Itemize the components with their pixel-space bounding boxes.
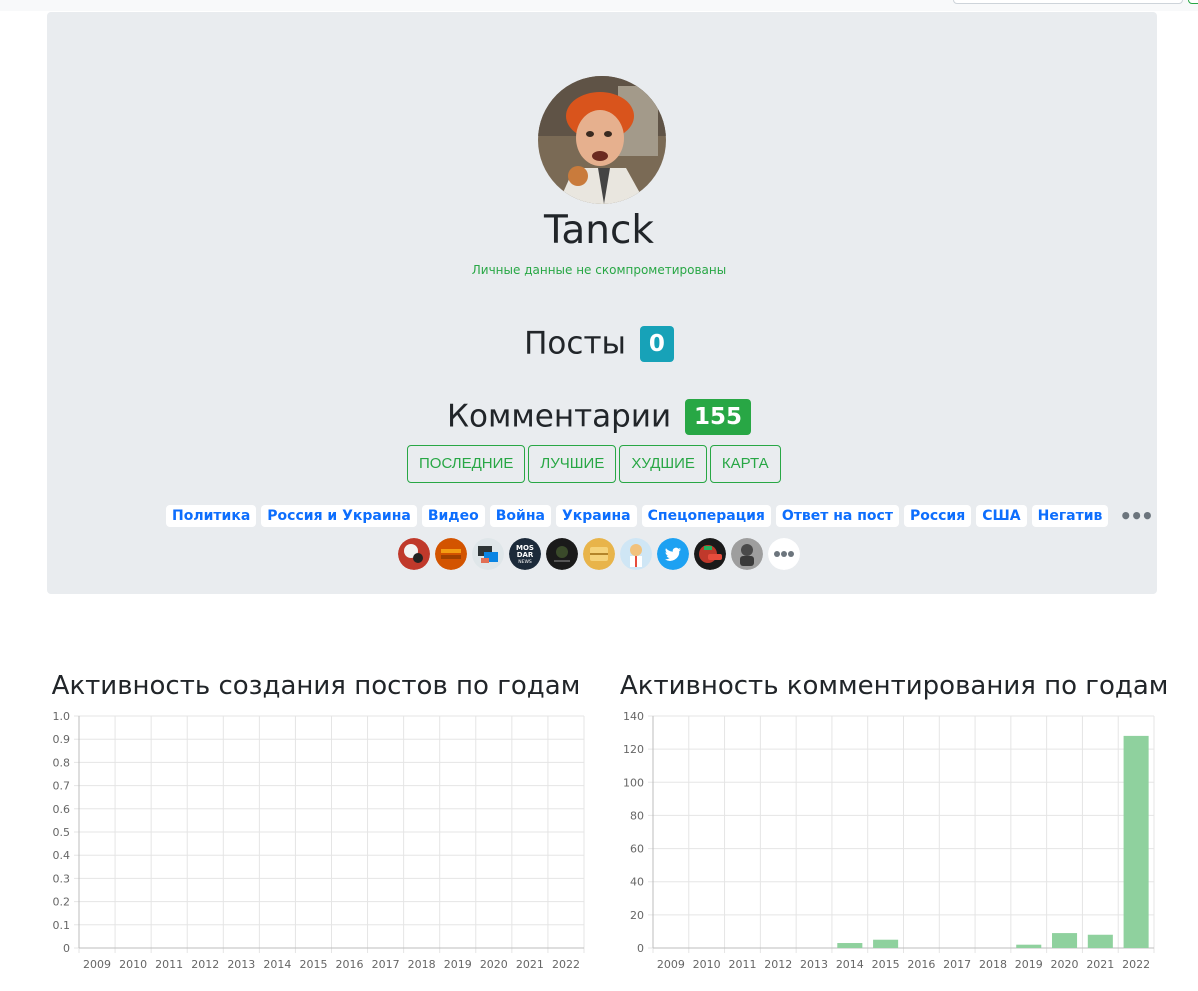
tag-item[interactable]: Видео: [421, 505, 485, 527]
x-tick-label: 2019: [1015, 958, 1043, 971]
leak-status: Личные данные не скомпрометированы: [471, 263, 727, 277]
community-icon-7[interactable]: [620, 538, 652, 570]
tag-item[interactable]: Россия и Украина: [261, 505, 417, 527]
tag-list: Политика Россия и Украина Видео Война Ук…: [166, 504, 1154, 528]
x-tick-label: 2017: [372, 958, 400, 971]
community-icon-1[interactable]: [398, 538, 430, 570]
x-tick-label: 2010: [693, 958, 721, 971]
x-tick-label: 2011: [728, 958, 756, 971]
tag-item[interactable]: США: [976, 505, 1027, 527]
tag-item[interactable]: Спецоперация: [641, 505, 771, 527]
community-icon-2[interactable]: [435, 538, 467, 570]
x-tick-label: 2009: [657, 958, 685, 971]
avatar: [538, 76, 666, 204]
community-list: MOS DAR NEWS: [398, 538, 800, 570]
y-tick-label: 0.6: [53, 803, 71, 816]
y-tick-label: 0: [637, 942, 644, 955]
y-tick-label: 0.8: [53, 756, 71, 769]
x-tick-label: 2012: [764, 958, 792, 971]
y-tick-label: 0.3: [53, 872, 71, 885]
community-icon-5[interactable]: [546, 538, 578, 570]
comments-label: Комментарии: [447, 398, 672, 435]
comments-count-badge: 155: [684, 398, 751, 435]
bar-2014: [837, 943, 863, 948]
tag-item[interactable]: Украина: [555, 505, 637, 527]
posts-label: Посты: [524, 325, 626, 362]
community-icon-6[interactable]: [583, 538, 615, 570]
x-tick-label: 2020: [480, 958, 508, 971]
x-tick-label: 2019: [444, 958, 472, 971]
comments-map-button[interactable]: КАРТА: [709, 445, 781, 483]
community-icon-9[interactable]: [694, 538, 726, 570]
tag-item[interactable]: Политика: [166, 505, 257, 527]
search-button[interactable]: [1188, 0, 1198, 4]
comments-chart-title: Активность комментирования по годам: [620, 671, 1169, 701]
comments-stat[interactable]: Комментарии 155: [0, 395, 1198, 437]
y-tick-label: 140: [623, 710, 644, 723]
x-tick-label: 2022: [552, 958, 580, 971]
x-tick-label: 2016: [907, 958, 935, 971]
more-communities-icon[interactable]: [768, 538, 800, 570]
bar-2019: [1016, 944, 1042, 948]
y-tick-label: 1.0: [53, 710, 71, 723]
y-tick-label: 0.4: [53, 849, 71, 862]
x-tick-label: 2015: [872, 958, 900, 971]
x-tick-label: 2016: [336, 958, 364, 971]
username: Tanck: [543, 208, 654, 253]
x-tick-label: 2015: [299, 958, 327, 971]
y-tick-label: 0.5: [53, 826, 71, 839]
community-icon-3[interactable]: [472, 538, 504, 570]
search-input[interactable]: [953, 0, 1183, 4]
y-tick-label: 120: [623, 743, 644, 756]
y-tick-label: 80: [630, 809, 644, 822]
y-tick-label: 0.9: [53, 733, 71, 746]
x-tick-label: 2013: [800, 958, 828, 971]
bar-2020: [1052, 933, 1078, 948]
y-tick-label: 0: [63, 942, 70, 955]
svg-text:NEWS: NEWS: [518, 559, 532, 565]
posts-chart-title: Активность создания постов по годам: [51, 671, 581, 701]
worst-comments-button[interactable]: ХУДШИЕ: [619, 445, 707, 483]
twitter-icon[interactable]: [657, 538, 689, 570]
y-tick-label: 100: [623, 776, 644, 789]
x-tick-label: 2012: [191, 958, 219, 971]
latest-comments-button[interactable]: ПОСЛЕДНИЕ: [407, 445, 526, 483]
y-tick-label: 60: [630, 843, 644, 856]
tag-item[interactable]: Негатив: [1031, 505, 1109, 527]
community-icon-10[interactable]: [731, 538, 763, 570]
best-comments-button[interactable]: ЛУЧШИЕ: [528, 445, 617, 483]
y-tick-label: 0.1: [53, 919, 71, 932]
x-tick-label: 2021: [516, 958, 544, 971]
posts-count-badge: 0: [639, 325, 674, 362]
x-tick-label: 2018: [408, 958, 436, 971]
y-tick-label: 0.2: [53, 896, 71, 909]
x-tick-label: 2021: [1086, 958, 1114, 971]
posts-activity-chart: 0 0.1 0.2 0.3 0.4 0.5 0.6 0.7 0.8 0.9 1.0 2009 2010 2…: [53, 710, 585, 971]
tag-item[interactable]: Россия: [903, 505, 972, 527]
x-tick-label: 2014: [836, 958, 864, 971]
x-tick-label: 2018: [979, 958, 1007, 971]
more-tags-icon[interactable]: •••: [1113, 505, 1153, 527]
bar-2015: [873, 939, 899, 948]
bar-2021: [1087, 934, 1113, 948]
x-tick-label: 2009: [83, 958, 111, 971]
tag-item[interactable]: Ответ на пост: [775, 505, 899, 527]
x-tick-label: 2020: [1051, 958, 1079, 971]
y-tick-label: 0.7: [53, 780, 71, 793]
x-tick-label: 2013: [227, 958, 255, 971]
comments-activity-chart: 0 20 40 60 80 100 120 140 2009 2010 2011 2012 2013 20…: [623, 710, 1155, 971]
svg-text:DAR: DAR: [517, 551, 534, 559]
community-icon-mosdar-news[interactable]: MOS DAR NEWS: [509, 538, 541, 570]
x-tick-label: 2014: [263, 958, 291, 971]
x-tick-label: 2011: [155, 958, 183, 971]
tag-item[interactable]: Война: [489, 505, 551, 527]
x-tick-label: 2022: [1122, 958, 1150, 971]
x-tick-label: 2010: [119, 958, 147, 971]
y-tick-label: 40: [630, 876, 644, 889]
comment-filter-buttons: ПОСЛЕДНИЕ ЛУЧШИЕ ХУДШИЕ КАРТА: [407, 445, 781, 483]
bar-2022: [1123, 735, 1149, 948]
x-tick-label: 2017: [943, 958, 971, 971]
posts-stat[interactable]: Посты 0: [0, 322, 1198, 364]
y-tick-label: 20: [630, 909, 644, 922]
